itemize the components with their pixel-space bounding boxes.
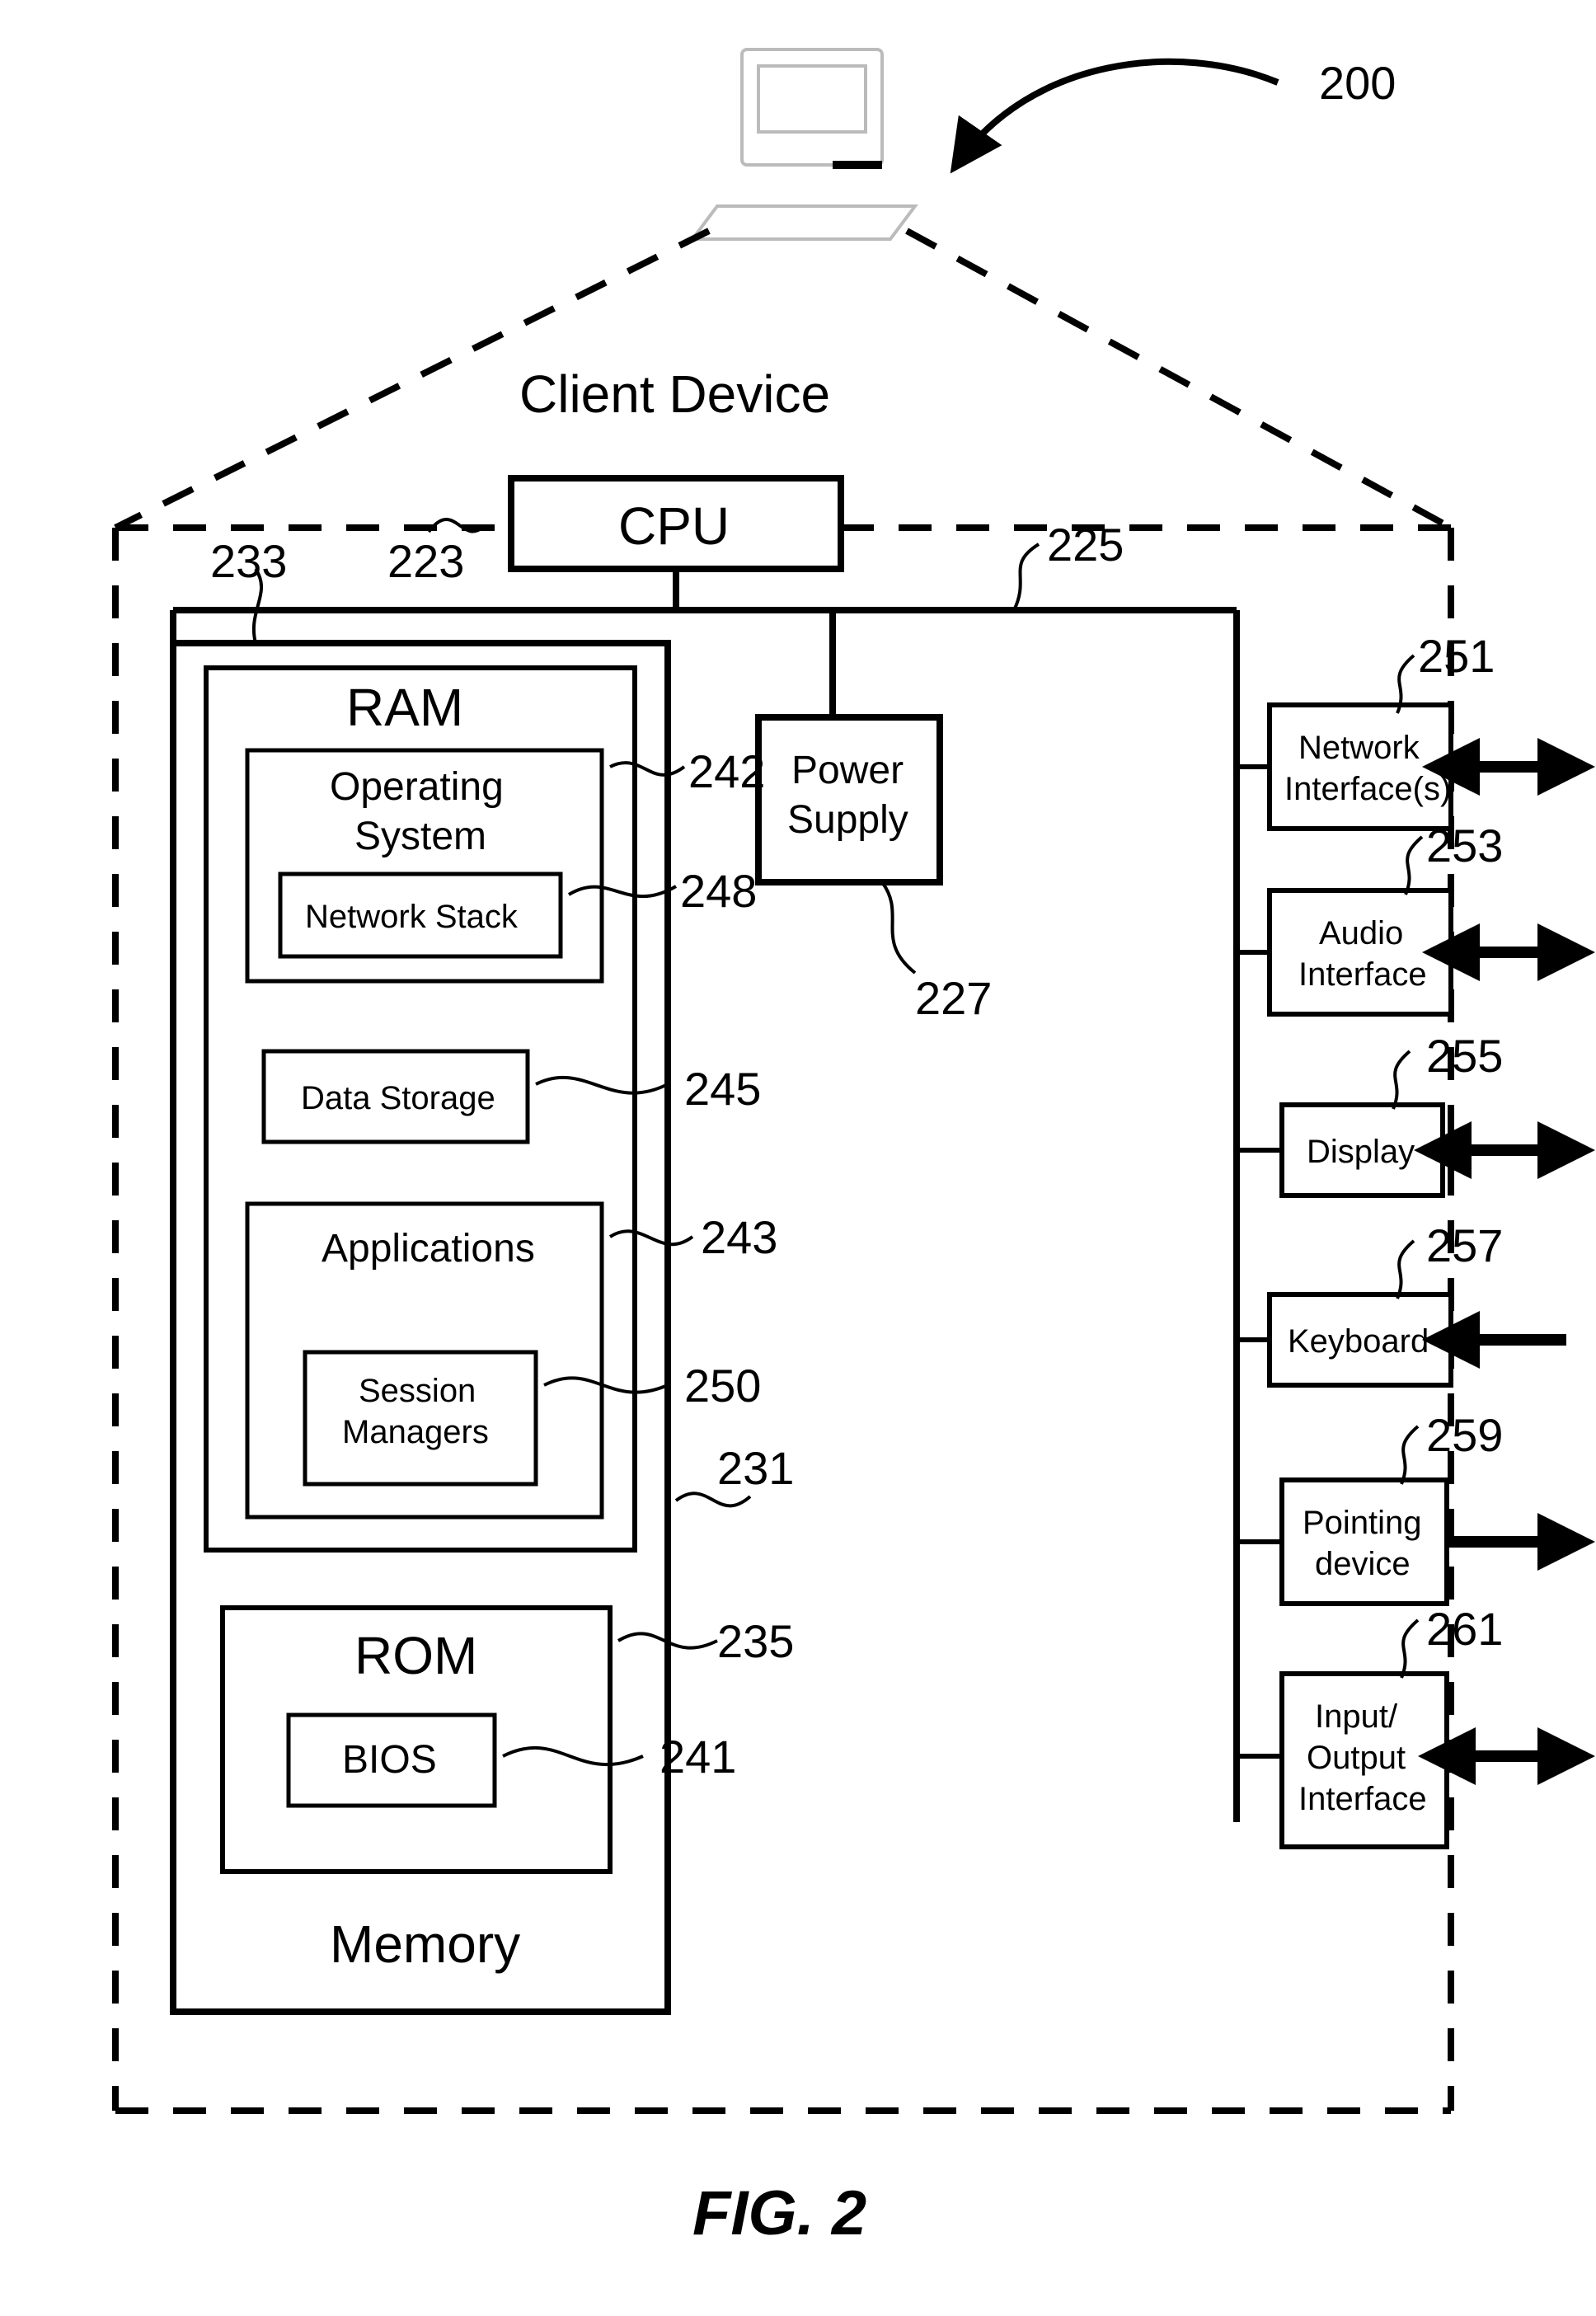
svg-text:Display: Display (1307, 1134, 1415, 1170)
ref-227: 227 (915, 972, 992, 1024)
data-storage-label: Data Storage (301, 1080, 495, 1116)
ref-231: 231 (717, 1442, 794, 1494)
ref-248: 248 (680, 865, 757, 917)
ref-242: 242 (688, 745, 765, 797)
svg-text:Output: Output (1307, 1740, 1406, 1776)
network-interface-group: Network Interface(s) (1237, 705, 1566, 829)
ref-251: 251 (1418, 630, 1495, 682)
ref-225: 225 (1047, 519, 1124, 571)
ref-255: 255 (1426, 1030, 1503, 1082)
client-device-label: Client Device (519, 364, 830, 424)
display-group: Display (1237, 1105, 1566, 1196)
os-label-1: Operating (330, 765, 504, 809)
pointing-device-group: Pointing device (1237, 1480, 1566, 1604)
svg-text:Interface: Interface (1298, 1781, 1427, 1817)
leader-231 (676, 1493, 750, 1506)
ref-243: 243 (701, 1211, 777, 1263)
applications-label: Applications (322, 1227, 535, 1271)
svg-text:Interface: Interface (1298, 956, 1427, 993)
ref-233: 233 (210, 535, 287, 587)
figure-label: FIG. 2 (692, 2178, 866, 2248)
ram-label: RAM (346, 678, 463, 737)
svg-text:Network: Network (1298, 730, 1420, 766)
svg-text:Input/: Input/ (1315, 1698, 1398, 1735)
memory-label: Memory (330, 1914, 520, 1974)
ref-223: 223 (387, 535, 464, 587)
ref-250: 250 (684, 1360, 761, 1412)
leader-225 (1014, 544, 1039, 610)
cpu-label: CPU (618, 496, 730, 556)
ref-253: 253 (1426, 820, 1503, 871)
leader-255 (1393, 1051, 1410, 1109)
leader-259 (1401, 1426, 1418, 1484)
figure-2-diagram: 200 Client Device CPU Power Supply Memor… (0, 0, 1596, 2316)
svg-text:device: device (1315, 1546, 1411, 1582)
svg-text:Interface(s): Interface(s) (1284, 771, 1451, 807)
ref-261: 261 (1426, 1603, 1503, 1655)
ref-257: 257 (1426, 1219, 1503, 1271)
leader-227 (882, 882, 915, 973)
svg-text:Pointing: Pointing (1303, 1505, 1422, 1541)
ref-241: 241 (660, 1731, 736, 1783)
svg-text:Keyboard: Keyboard (1288, 1323, 1429, 1360)
ref-200: 200 (1319, 57, 1396, 109)
network-stack-label: Network Stack (305, 899, 519, 935)
ref-245: 245 (684, 1063, 761, 1115)
session-managers-label-2: Managers (342, 1414, 489, 1450)
power-supply-label-1: Power (791, 749, 904, 792)
power-supply-label-2: Supply (787, 798, 908, 842)
leader-257 (1397, 1241, 1414, 1299)
session-managers-label-1: Session (359, 1373, 476, 1409)
ref-235: 235 (717, 1615, 794, 1667)
computer-icon (692, 49, 915, 239)
leader-261 (1401, 1620, 1418, 1678)
keyboard-group: Keyboard (1237, 1294, 1566, 1385)
ref-259: 259 (1426, 1409, 1503, 1461)
ref-arrow-200 (956, 62, 1278, 165)
leader-253 (1406, 837, 1422, 895)
audio-interface-group: Audio Interface (1237, 890, 1566, 1014)
rom-label: ROM (354, 1626, 477, 1685)
bios-label: BIOS (342, 1738, 437, 1782)
io-interface-group: Input/ Output Interface (1237, 1674, 1566, 1847)
roof-right (907, 231, 1451, 528)
svg-text:Audio: Audio (1319, 915, 1403, 951)
os-label-2: System (354, 815, 486, 858)
